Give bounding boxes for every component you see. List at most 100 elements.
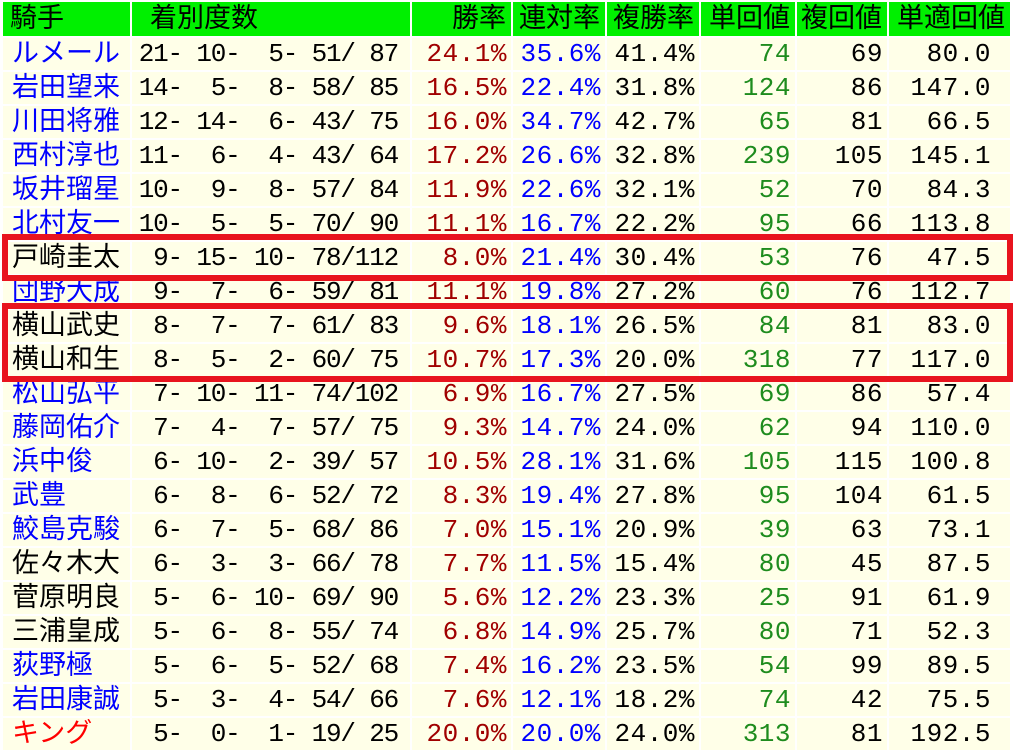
place-return-cell: 94 — [797, 412, 887, 444]
jockey-name[interactable]: 武豊 — [3, 480, 130, 512]
table-row: 北村友一 10- 5- 5- 70/ 90 11.1% 16.7% 22.2% 95 66 1… — [3, 208, 1010, 240]
record-cell: 6- 8- 6- 52/ 72 — [132, 480, 410, 512]
header-jockey: 騎手 — [3, 2, 130, 36]
record-cell: 21- 10- 5- 51/ 87 — [132, 38, 410, 70]
table-row: 荻野極 5- 6- 5- 52/ 68 7.4% 16.2% 23.5% 54 99 89.… — [3, 650, 1010, 682]
quinella-rate-cell: 16.2% — [513, 650, 605, 682]
record-cell: 10- 5- 5- 70/ 90 — [132, 208, 410, 240]
place-return-cell: 86 — [797, 378, 887, 410]
win-return-cell: 74 — [701, 38, 795, 70]
jockey-name[interactable]: 浜中俊 — [3, 446, 130, 478]
header-place-rate: 複勝率 — [607, 2, 699, 36]
adjusted-win-return-cell: 75.5 — [889, 684, 1010, 716]
table-row: 団野大成 9- 7- 6- 59/ 81 11.1% 19.8% 27.2% 60 76 1… — [3, 276, 1010, 308]
adjusted-win-return-cell: 66.5 — [889, 106, 1010, 138]
place-rate-cell: 18.2% — [607, 684, 699, 716]
jockey-name: 菅原明良 — [3, 582, 130, 614]
header-record: 着別度数 — [132, 2, 410, 36]
place-return-cell: 105 — [797, 140, 887, 172]
record-cell: 9- 7- 6- 59/ 81 — [132, 276, 410, 308]
jockey-name[interactable]: 荻野極 — [3, 650, 130, 682]
win-rate-cell: 20.0% — [412, 718, 511, 750]
jockey-name: 横山武史 — [3, 310, 130, 342]
place-return-cell: 81 — [797, 310, 887, 342]
jockey-name[interactable]: 川田将雅 — [3, 106, 130, 138]
place-rate-cell: 32.8% — [607, 140, 699, 172]
header-place-return: 複回値 — [797, 2, 887, 36]
table-row: 岩田康誠 5- 3- 4- 54/ 66 7.6% 12.1% 18.2% 74 42 75… — [3, 684, 1010, 716]
place-return-cell: 45 — [797, 548, 887, 580]
quinella-rate-cell: 22.6% — [513, 174, 605, 206]
adjusted-win-return-cell: 192.5 — [889, 718, 1010, 750]
win-return-cell: 60 — [701, 276, 795, 308]
record-cell: 8- 7- 7- 61/ 83 — [132, 310, 410, 342]
record-cell: 7- 10- 11- 74/102 — [132, 378, 410, 410]
jockey-name[interactable]: 鮫島克駿 — [3, 514, 130, 546]
place-return-cell: 63 — [797, 514, 887, 546]
win-rate-cell: 7.4% — [412, 650, 511, 682]
win-rate-cell: 7.6% — [412, 684, 511, 716]
quinella-rate-cell: 20.0% — [513, 718, 605, 750]
quinella-rate-cell: 14.7% — [513, 412, 605, 444]
place-rate-cell: 41.4% — [607, 38, 699, 70]
quinella-rate-cell: 35.6% — [513, 38, 605, 70]
win-rate-cell: 16.5% — [412, 72, 511, 104]
jockey-name[interactable]: 岩田望来 — [3, 72, 130, 104]
place-rate-cell: 23.5% — [607, 650, 699, 682]
win-return-cell: 95 — [701, 208, 795, 240]
win-rate-cell: 16.0% — [412, 106, 511, 138]
place-rate-cell: 27.8% — [607, 480, 699, 512]
jockey-name[interactable]: 北村友一 — [3, 208, 130, 240]
quinella-rate-cell: 16.7% — [513, 378, 605, 410]
jockey-name[interactable]: ルメール — [3, 38, 130, 70]
adjusted-win-return-cell: 89.5 — [889, 650, 1010, 682]
win-return-cell: 74 — [701, 684, 795, 716]
adjusted-win-return-cell: 52.3 — [889, 616, 1010, 648]
record-cell: 8- 5- 2- 60/ 75 — [132, 344, 410, 376]
win-rate-cell: 17.2% — [412, 140, 511, 172]
table-row: 横山和生 8- 5- 2- 60/ 75 10.7% 17.3% 20.0% 318 77… — [3, 344, 1010, 376]
adjusted-win-return-cell: 117.0 — [889, 344, 1010, 376]
jockey-name[interactable]: 西村淳也 — [3, 140, 130, 172]
win-rate-cell: 11.1% — [412, 276, 511, 308]
win-rate-cell: 24.1% — [412, 38, 511, 70]
jockey-name[interactable]: 坂井瑠星 — [3, 174, 130, 206]
win-return-cell: 105 — [701, 446, 795, 478]
quinella-rate-cell: 12.1% — [513, 684, 605, 716]
table-row: 鮫島克駿 6- 7- 5- 68/ 86 7.0% 15.1% 20.9% 39 63 73… — [3, 514, 1010, 546]
win-return-cell: 84 — [701, 310, 795, 342]
win-return-cell: 69 — [701, 378, 795, 410]
place-return-cell: 42 — [797, 684, 887, 716]
table-row: 武豊 6- 8- 6- 52/ 72 8.3% 19.4% 27.8% 95 104 61.… — [3, 480, 1010, 512]
table-row: 浜中俊 6- 10- 2- 39/ 57 10.5% 28.1% 31.6% 105 11… — [3, 446, 1010, 478]
jockey-name[interactable]: 岩田康誠 — [3, 684, 130, 716]
jockey-name[interactable]: 藤岡佑介 — [3, 412, 130, 444]
jockey-name[interactable]: 団野大成 — [3, 276, 130, 308]
record-cell: 11- 6- 4- 43/ 64 — [132, 140, 410, 172]
jockey-name: 横山和生 — [3, 344, 130, 376]
record-cell: 5- 6- 5- 52/ 68 — [132, 650, 410, 682]
table-row: 横山武史 8- 7- 7- 61/ 83 9.6% 18.1% 26.5% 84 81 83… — [3, 310, 1010, 342]
jockey-name: キング — [3, 718, 130, 750]
win-rate-cell: 6.9% — [412, 378, 511, 410]
win-rate-cell: 6.8% — [412, 616, 511, 648]
adjusted-win-return-cell: 87.5 — [889, 548, 1010, 580]
win-return-cell: 80 — [701, 548, 795, 580]
place-return-cell: 115 — [797, 446, 887, 478]
win-rate-cell: 7.7% — [412, 548, 511, 580]
table-row: 三浦皇成 5- 6- 8- 55/ 74 6.8% 14.9% 25.7% 80 71 52… — [3, 616, 1010, 648]
place-rate-cell: 27.2% — [607, 276, 699, 308]
place-return-cell: 99 — [797, 650, 887, 682]
win-return-cell: 39 — [701, 514, 795, 546]
place-rate-cell: 15.4% — [607, 548, 699, 580]
place-rate-cell: 23.3% — [607, 582, 699, 614]
place-rate-cell: 24.0% — [607, 718, 699, 750]
adjusted-win-return-cell: 73.1 — [889, 514, 1010, 546]
win-rate-cell: 11.1% — [412, 208, 511, 240]
record-cell: 6- 10- 2- 39/ 57 — [132, 446, 410, 478]
jockey-name[interactable]: 松山弘平 — [3, 378, 130, 410]
table-row: 佐々木大 6- 3- 3- 66/ 78 7.7% 11.5% 15.4% 80 45 87… — [3, 548, 1010, 580]
quinella-rate-cell: 18.1% — [513, 310, 605, 342]
place-rate-cell: 20.0% — [607, 344, 699, 376]
place-rate-cell: 32.1% — [607, 174, 699, 206]
